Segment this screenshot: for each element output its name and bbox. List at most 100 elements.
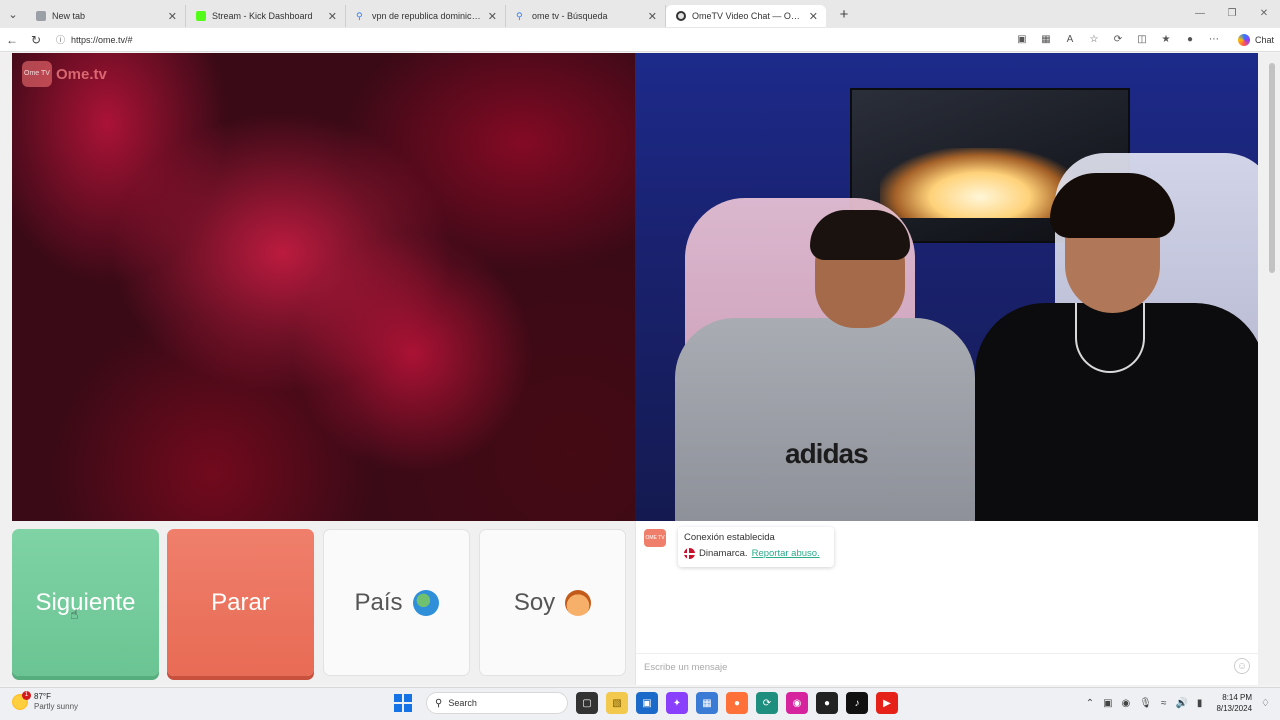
system-message: Conexión establecida Dinamarca. Reportar… (678, 527, 834, 567)
close-tab-icon[interactable]: ✕ (328, 10, 337, 23)
local-video: Ome TV Ome.tv (12, 53, 635, 521)
close-tab-icon[interactable]: ✕ (809, 10, 818, 23)
youtube-icon[interactable]: ▶ (876, 692, 898, 714)
immersive-reader-icon[interactable]: ▣ (1010, 34, 1034, 45)
store-icon[interactable]: ▣ (636, 692, 658, 714)
new-tab-button[interactable]: + (832, 6, 856, 23)
antivirus-icon[interactable]: ◉ (1122, 698, 1131, 709)
stop-label: Parar (211, 588, 270, 616)
copilot-app-icon[interactable]: ✦ (666, 692, 688, 714)
tab-actions-chevron-icon[interactable]: ⌄ (0, 0, 26, 28)
country-button[interactable]: País (323, 529, 470, 676)
volume-icon[interactable]: 🔊 (1175, 698, 1187, 709)
instagram-icon[interactable]: ◉ (786, 692, 808, 714)
partner-country: Dinamarca. (699, 548, 748, 559)
close-tab-icon[interactable]: ✕ (488, 10, 497, 23)
window-controls: — ❐ ✕ (1184, 0, 1280, 28)
message-input[interactable]: Escribe un mensaje (636, 653, 1258, 681)
clock-time: 8:14 PM (1222, 693, 1253, 702)
tab-vpn-search[interactable]: ⚲ vpn de republica dominicana extensión … (346, 5, 506, 27)
tab-title: vpn de republica dominicana extensión (372, 11, 482, 21)
toolbar-icons: ▣ ▦ A ☆ ⟳ ◫ ★ ● ⋯ (1010, 34, 1226, 45)
tray-app-icon[interactable]: ▣ (1103, 698, 1112, 709)
tab-ometv-active[interactable]: OmeTV Video Chat — Omegle ✕ (666, 5, 826, 27)
copilot-chat-button[interactable]: Chat (1232, 33, 1280, 46)
next-label: Siguiente (35, 588, 136, 616)
wifi-icon[interactable]: ≈ (1161, 698, 1167, 709)
search-icon: ⚲ (516, 11, 523, 21)
remote-person-right (965, 173, 1258, 521)
emoji-picker-icon[interactable]: ☺ (1234, 658, 1250, 674)
microphone-icon[interactable]: 🎙 (1139, 698, 1152, 709)
close-tab-icon[interactable]: ✕ (648, 10, 657, 23)
windows-start-icon[interactable] (392, 692, 414, 714)
address-bar[interactable]: ⓘ https://ome.tv/# (56, 30, 996, 50)
taskbar-search[interactable]: ⚲ Search (426, 692, 568, 714)
ometv-favicon-icon (676, 11, 686, 21)
tiktok-icon[interactable]: ♪ (846, 692, 868, 714)
search-icon: ⚲ (435, 697, 443, 709)
app-available-icon[interactable]: ▦ (1034, 34, 1058, 45)
ometv-page: Ome TV Ome.tv adidas Siguiente Parar Paí… (0, 53, 1280, 685)
tab-title: ome tv - Búsqueda (532, 11, 608, 21)
taskbar-clock[interactable]: 8:14 PM 8/13/2024 (1216, 692, 1252, 714)
read-aloud-icon[interactable]: A (1058, 34, 1082, 45)
back-arrow-icon[interactable]: ← (0, 33, 24, 47)
page-scrollbar[interactable] (1268, 53, 1276, 685)
message-placeholder: Escribe un mensaje (644, 662, 728, 673)
windows-taskbar: 1 87°F Partly sunny ⚲ Search ▢ ▧ ▣ ✦ ▦ ●… (0, 687, 1280, 720)
firefox-icon[interactable]: ● (726, 692, 748, 714)
hair (1050, 173, 1175, 238)
calculator-icon[interactable]: ▦ (696, 692, 718, 714)
gray-shirt (675, 318, 975, 521)
connection-status: Conexión establecida (684, 532, 775, 543)
edge-icon[interactable]: ⟳ (756, 692, 778, 714)
tab-title: OmeTV Video Chat — Omegle (692, 11, 803, 21)
battery-icon[interactable]: ▮ (1197, 698, 1203, 709)
report-abuse-link[interactable]: Reportar abuso. (752, 548, 820, 559)
more-menu-icon[interactable]: ⋯ (1202, 34, 1226, 45)
country-line: Dinamarca. Reportar abuso. (684, 548, 828, 559)
copilot-icon (1237, 33, 1250, 46)
tab-new-tab[interactable]: New tab ✕ (26, 5, 186, 27)
system-tray: ⌃ ▣ ◉ 🎙 ≈ 🔊 ▮ 8:14 PM 8/13/2024 ♢ (1077, 692, 1270, 714)
close-window-icon[interactable]: ✕ (1248, 0, 1280, 28)
search-icon: ⚲ (356, 11, 363, 21)
url-text: https://ome.tv/# (71, 34, 133, 45)
weather-text: 87°F Partly sunny (34, 692, 78, 712)
maximize-icon[interactable]: ❐ (1216, 0, 1248, 28)
globe-icon (412, 589, 439, 616)
split-screen-icon[interactable]: ◫ (1130, 34, 1154, 45)
tab-kick-dashboard[interactable]: Stream - Kick Dashboard ✕ (186, 5, 346, 27)
profile-avatar-icon[interactable]: ● (1178, 34, 1202, 45)
gender-button[interactable]: Soy (479, 529, 626, 676)
weather-desc: Partly sunny (34, 702, 79, 711)
site-info-icon[interactable]: ⓘ (56, 33, 65, 46)
close-tab-icon[interactable]: ✕ (168, 10, 177, 23)
scrollbar-thumb[interactable] (1269, 63, 1275, 273)
obs-icon[interactable]: ● (816, 692, 838, 714)
extension-icon[interactable]: ⟳ (1106, 34, 1130, 45)
show-hidden-icons-icon[interactable]: ⌃ (1086, 698, 1094, 709)
chain-necklace (1075, 303, 1145, 373)
shirt-print: adidas (785, 438, 869, 469)
file-explorer-icon[interactable]: ▧ (606, 692, 628, 714)
ometv-chat-logo-icon: OME TV (644, 529, 666, 547)
notifications-bell-icon[interactable]: ♢ (1261, 698, 1270, 709)
refresh-icon[interactable]: ↻ (24, 33, 48, 47)
browser-toolbar: ← ↻ ⓘ https://ome.tv/# ▣ ▦ A ☆ ⟳ ◫ ★ ● ⋯… (0, 28, 1280, 52)
mouse-cursor-icon: ☝ (70, 606, 79, 622)
country-label: País (354, 588, 403, 616)
weather-temp: 87°F (34, 692, 51, 701)
task-view-icon[interactable]: ▢ (576, 692, 598, 714)
stop-button[interactable]: Parar (167, 529, 314, 676)
tab-ome-tv-search[interactable]: ⚲ ome tv - Búsqueda ✕ (506, 5, 666, 27)
ometv-logo[interactable]: Ome TV Ome.tv (22, 61, 107, 87)
search-label: Search (448, 698, 477, 708)
minimize-icon[interactable]: — (1184, 0, 1216, 28)
logo-badge: Ome TV (22, 61, 52, 87)
favorites-icon[interactable]: ★ (1154, 34, 1178, 45)
favorite-star-icon[interactable]: ☆ (1082, 34, 1106, 45)
weather-widget[interactable]: 1 87°F Partly sunny (12, 691, 78, 712)
next-button[interactable]: Siguiente (12, 529, 159, 676)
